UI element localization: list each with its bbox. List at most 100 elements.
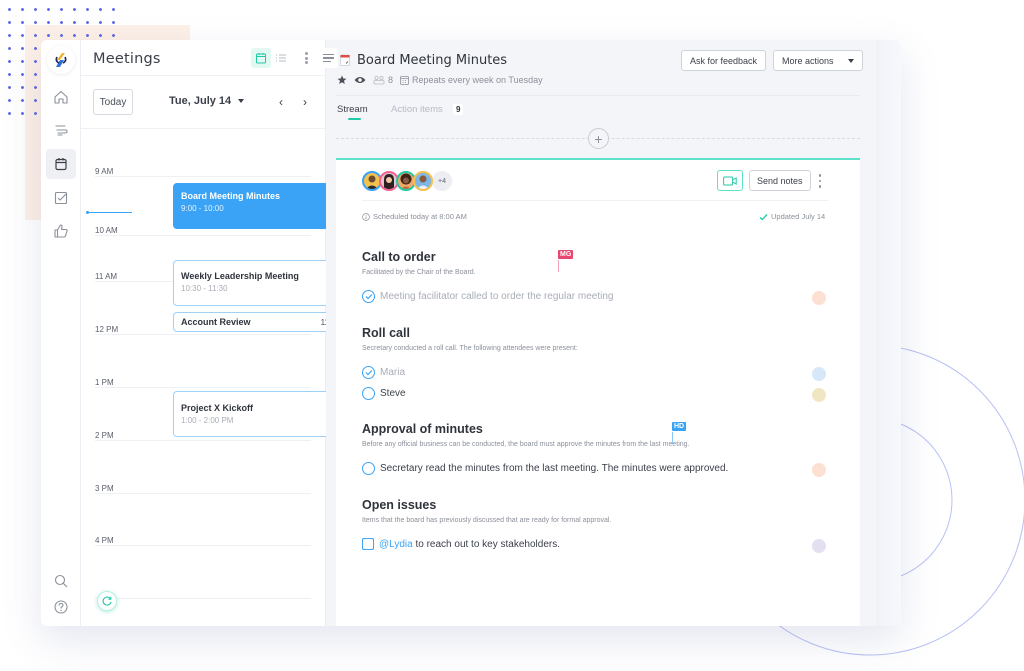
meetings-title: Meetings (93, 51, 161, 67)
checked-circle-icon[interactable] (362, 366, 375, 379)
today-button[interactable]: Today (93, 89, 133, 115)
hour-line (95, 545, 311, 546)
more-actions-button[interactable]: More actions (773, 50, 863, 71)
view-toggle (251, 48, 291, 68)
checked-circle-icon[interactable] (362, 290, 375, 303)
add-section-button[interactable]: + (588, 128, 609, 149)
meeting-meta: 8 Repeats every week on Tuesday (337, 75, 543, 85)
assignee-avatar[interactable] (812, 539, 826, 553)
checklist-item[interactable]: Steve (362, 387, 406, 400)
refresh-button[interactable] (97, 591, 117, 611)
ask-feedback-label: Ask for feedback (690, 55, 758, 66)
list-icon (276, 54, 286, 62)
app-window: Meetings Today Tue, July 14 ‹ › 9 AM 10 … (41, 40, 901, 626)
event-title: Weekly Leadership Meeting (181, 271, 299, 281)
meetings-more-button[interactable] (301, 50, 311, 66)
plus-icon: + (594, 130, 603, 147)
more-attendees-badge[interactable]: +4 (432, 171, 452, 191)
avatar[interactable] (413, 171, 433, 191)
rail-agenda[interactable] (46, 115, 76, 145)
tab-action-items[interactable]: Action items (391, 104, 443, 115)
item-text: Secretary read the minutes from the last… (380, 463, 729, 474)
hour-label: 1 PM (95, 378, 114, 387)
hour-label: 2 PM (95, 431, 114, 440)
section-subtitle: Items that the board has previously disc… (362, 517, 612, 524)
divider (336, 95, 860, 96)
app-logo[interactable] (47, 46, 75, 74)
next-day-button[interactable]: › (299, 95, 311, 109)
section-subtitle: Before any official business can be cond… (362, 441, 690, 448)
calendar-icon (55, 158, 67, 171)
search-icon (54, 574, 68, 588)
attendee-avatars[interactable]: +4 (362, 171, 452, 191)
rail-feedback[interactable] (46, 216, 76, 246)
checklist-item[interactable]: Meeting facilitator called to order the … (362, 290, 613, 303)
unchecked-circle-icon[interactable] (362, 387, 375, 400)
item-text: Meeting facilitator called to order the … (380, 291, 614, 302)
collaborator-cursor (558, 260, 559, 272)
section-subtitle: Secretary conducted a roll call. The fol… (362, 345, 578, 352)
hour-line (95, 235, 311, 236)
refresh-icon (102, 596, 112, 606)
meetings-panel: Meetings Today Tue, July 14 ‹ › 9 AM 10 … (81, 40, 353, 626)
tab-stream[interactable]: Stream (337, 104, 368, 115)
page: Meetings Today Tue, July 14 ‹ › 9 AM 10 … (0, 0, 1024, 671)
assignee-avatar[interactable] (812, 367, 826, 381)
calendar-view-button[interactable] (251, 48, 271, 68)
section-title: Roll call (362, 326, 410, 340)
divider (81, 75, 325, 76)
section-title: Call to order (362, 250, 436, 264)
card-more-button[interactable] (818, 174, 822, 188)
calendar-icon (256, 53, 266, 64)
checkbox-icon (54, 191, 68, 205)
current-time-line (87, 212, 132, 213)
send-notes-button[interactable]: Send notes (749, 170, 811, 191)
hour-label: 3 PM (95, 484, 114, 493)
video-call-button[interactable] (717, 170, 743, 191)
hour-label: 12 PM (95, 325, 119, 334)
thumbs-up-icon (54, 224, 68, 238)
divider (81, 128, 325, 129)
rail-help[interactable] (46, 592, 76, 622)
hour-line (95, 440, 311, 441)
checklist-item[interactable]: Maria (362, 366, 405, 379)
hour-label: 9 AM (95, 167, 114, 176)
event-time: 1:00 - 2:00 PM (181, 416, 234, 425)
rail-home[interactable] (46, 82, 76, 112)
hour-line (95, 176, 311, 177)
menu-button[interactable] (318, 48, 338, 68)
star-icon[interactable] (337, 75, 347, 85)
date-selector[interactable]: Tue, July 14 (169, 95, 245, 107)
action-item[interactable]: @Lydia to reach out to key stakeholders. (362, 538, 560, 550)
caret-down-icon (847, 58, 854, 63)
eye-icon[interactable] (354, 75, 366, 85)
item-text: Maria (380, 367, 406, 378)
meeting-title: Board Meeting Minutes (357, 53, 508, 68)
item-text: to reach out to key stakeholders. (412, 538, 560, 550)
checklist-item[interactable]: Secretary read the minutes from the last… (362, 462, 728, 475)
prev-day-button[interactable]: ‹ (275, 95, 287, 109)
assignee-avatar[interactable] (812, 388, 826, 402)
recurrence-calendar-icon (400, 76, 409, 85)
info-icon (362, 212, 370, 221)
scheduled-text: Scheduled today at 8:00 AM (373, 212, 467, 221)
hour-line (95, 334, 311, 335)
attendees-icon (373, 75, 385, 85)
mention-link[interactable]: @Lydia (379, 539, 413, 550)
minutes-card: +4 Send notes Scheduled today at 8:00 AM… (336, 158, 860, 626)
updated-info: Updated July 14 (759, 212, 825, 221)
assignee-avatar[interactable] (812, 291, 826, 305)
event-time: 9:00 - 10:00 (181, 204, 224, 213)
assignee-avatar[interactable] (812, 463, 826, 477)
rail-tasks[interactable] (46, 183, 76, 213)
unchecked-circle-icon[interactable] (362, 462, 375, 475)
section-title: Open issues (362, 498, 437, 512)
ask-feedback-button[interactable]: Ask for feedback (681, 50, 767, 71)
event-time: 10:30 - 11:30 (181, 284, 228, 293)
meeting-detail: Board Meeting Minutes 8 Repeats every we… (318, 40, 901, 626)
rail-meetings[interactable] (46, 149, 76, 179)
active-tab-indicator (348, 118, 361, 120)
checkbox[interactable] (362, 538, 374, 550)
hour-line (95, 387, 311, 388)
list-view-button[interactable] (271, 48, 291, 68)
